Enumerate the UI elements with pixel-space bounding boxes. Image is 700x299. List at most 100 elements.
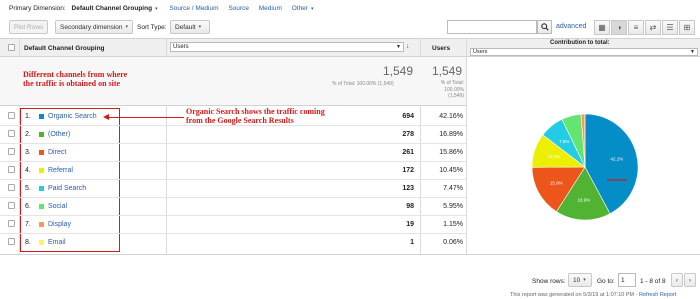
users-value: 261	[402, 149, 414, 156]
sort-type-dropdown[interactable]: Default ▾	[170, 20, 210, 34]
sort-type-label: Sort Type:	[137, 24, 167, 31]
dim-link-source-medium[interactable]: Source / Medium	[169, 5, 218, 12]
channel-link[interactable]: Referral	[48, 166, 73, 175]
channel-link[interactable]: (Other)	[48, 130, 70, 139]
sort-desc-icon[interactable]: ↓	[406, 43, 410, 50]
row-checkbox[interactable]	[8, 148, 15, 155]
dim-link-other[interactable]: Other	[292, 5, 308, 12]
percentage-view-icon[interactable]: ◑	[611, 20, 627, 35]
metric-select[interactable]: Users ▼	[170, 42, 404, 52]
table-row: 6. Social 98 5.95%	[0, 197, 466, 215]
divider	[0, 215, 466, 216]
chevron-down-icon: ▼	[690, 49, 695, 55]
primary-dimension-value[interactable]: Default Channel Grouping	[72, 5, 153, 12]
row-number: 7.	[25, 221, 31, 228]
refresh-report-link[interactable]: Refresh Report	[639, 292, 676, 298]
primary-dimension-bar: Primary Dimension: Default Channel Group…	[9, 5, 313, 12]
pie-slice-label: 15.9%	[550, 180, 563, 185]
table-row: 2. (Other) 278 16.89%	[0, 125, 466, 143]
pie-slice-label: 7.5%	[559, 139, 569, 144]
show-rows-label: Show rows:	[532, 278, 566, 285]
channel-link[interactable]: Direct	[48, 148, 66, 157]
row-checkbox[interactable]	[8, 166, 15, 173]
data-table-view-icon[interactable]: ▦	[594, 20, 610, 35]
organic-annotation-line2: from the Google Search Results	[186, 116, 294, 125]
chevron-down-icon: ▾	[198, 24, 202, 30]
select-all-checkbox[interactable]	[8, 44, 15, 51]
channel-link[interactable]: Social	[48, 202, 67, 211]
row-number: 4.	[25, 167, 31, 174]
term-cloud-view-icon[interactable]: ☰	[662, 20, 678, 35]
row-checkbox[interactable]	[8, 112, 15, 119]
pie-chart: 42.2% 16.9% 15.9% 10.4% 7.5%	[531, 113, 639, 221]
users-value: 123	[402, 185, 414, 192]
channel-color-swatch	[39, 186, 44, 191]
table-row: 4. Referral 172 10.45%	[0, 161, 466, 179]
row-number: 1.	[25, 113, 31, 120]
dimension-column-header[interactable]: Default Channel Grouping	[24, 45, 105, 52]
row-checkbox[interactable]	[8, 202, 15, 209]
chevron-left-icon: ‹	[675, 276, 679, 284]
dim-link-source[interactable]: Source	[228, 5, 249, 12]
row-number: 6.	[25, 203, 31, 210]
row-checkbox[interactable]	[8, 184, 15, 191]
users-percent: 5.95%	[443, 203, 463, 210]
row-checkbox[interactable]	[8, 220, 15, 227]
chevron-down-icon: ▾	[310, 6, 314, 12]
contribution-select[interactable]: Users ▼	[470, 48, 698, 56]
users-value: 694	[402, 113, 414, 120]
advanced-link[interactable]: advanced	[556, 23, 586, 30]
users-value: 98	[406, 203, 414, 210]
channel-link[interactable]: Paid Search	[48, 184, 86, 193]
next-page-button[interactable]: ›	[684, 273, 696, 287]
report-generated-text: This report was generated on 5/3/19 at 1…	[510, 292, 677, 298]
total-users-percent: % of Total: 100.00% (1,549)	[332, 81, 394, 87]
secondary-dimension-dropdown[interactable]: Secondary dimension ▾	[55, 20, 133, 34]
chevron-down-icon: ▾	[155, 6, 158, 12]
channel-color-swatch	[39, 222, 44, 227]
prev-page-button[interactable]: ‹	[671, 273, 683, 287]
table-row: 5. Paid Search 123 7.47%	[0, 179, 466, 197]
table-row: 7. Display 19 1.15%	[0, 215, 466, 233]
row-checkbox[interactable]	[8, 130, 15, 137]
row-number: 8.	[25, 239, 31, 246]
divider	[0, 179, 466, 180]
annotation-arrow-line	[108, 117, 184, 118]
users-value: 278	[402, 131, 414, 138]
users-percent: 0.06%	[443, 239, 463, 246]
channel-color-swatch	[39, 168, 44, 173]
primary-dimension-label: Primary Dimension:	[9, 5, 66, 12]
chevron-down-icon: ▾	[583, 277, 586, 283]
row-checkbox[interactable]	[8, 238, 15, 245]
pivot-view-icon[interactable]: ⊞	[679, 20, 695, 35]
page-range: 1 - 8 of 8	[640, 278, 666, 285]
show-rows-select[interactable]: 10 ▾	[568, 273, 592, 287]
search-input[interactable]	[447, 20, 537, 34]
search-button[interactable]	[537, 20, 552, 34]
channel-link[interactable]: Email	[48, 238, 66, 247]
search-icon	[540, 23, 549, 31]
total-users-percent-2: % of Total: 100.00% (1,549)	[440, 80, 464, 99]
arrow-left-icon	[103, 114, 109, 120]
dim-link-medium[interactable]: Medium	[259, 5, 282, 12]
users-value: 19	[406, 221, 414, 228]
goto-input[interactable]: 1	[618, 273, 636, 287]
table-row: 3. Direct 261 15.86%	[0, 143, 466, 161]
channel-link[interactable]: Organic Search	[48, 112, 97, 121]
plot-rows-button[interactable]: Plot Rows	[9, 20, 49, 34]
pie-slice-label: 10.4%	[547, 154, 560, 159]
total-users-value-2: 1,549	[432, 64, 463, 78]
users-value: 1	[410, 239, 414, 246]
pie-slice-label: 16.9%	[577, 197, 590, 202]
divider	[0, 161, 466, 162]
channel-link[interactable]: Display	[48, 220, 71, 229]
users-percent: 16.89%	[439, 131, 463, 138]
users-column-header[interactable]: Users	[432, 45, 450, 52]
performance-view-icon[interactable]: ≡	[628, 20, 644, 35]
goto-label: Go to:	[597, 278, 615, 285]
users-percent: 7.47%	[443, 185, 463, 192]
comparison-view-icon[interactable]: ⇄	[645, 20, 661, 35]
row-number: 5.	[25, 185, 31, 192]
pie-slice-label: 42.2%	[610, 156, 623, 161]
channel-color-swatch	[39, 114, 44, 119]
